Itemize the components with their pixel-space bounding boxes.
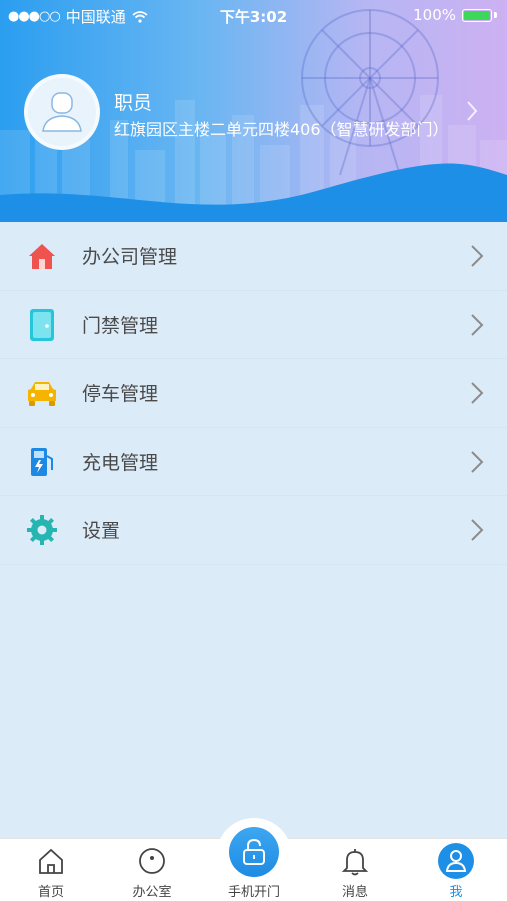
- status-bar: ●●●○○ 中国联通 下午3:02 100%: [0, 0, 507, 30]
- house-icon: [24, 238, 60, 274]
- menu-item-label: 门禁管理: [82, 314, 159, 337]
- tab-messages[interactable]: 消息: [310, 839, 400, 901]
- menu-item-charging[interactable]: 充电管理: [0, 428, 507, 496]
- tab-me[interactable]: 我: [411, 839, 501, 901]
- tab-label: 消息: [341, 885, 368, 900]
- menu-item-office-management[interactable]: 办公司管理: [0, 222, 507, 291]
- chevron-right-icon[interactable]: [466, 100, 478, 122]
- tab-home[interactable]: 首页: [6, 839, 96, 901]
- avatar[interactable]: [24, 74, 100, 150]
- user-avatar-icon: [42, 92, 82, 132]
- circle-dot-icon: [139, 848, 165, 874]
- menu-item-access-control[interactable]: 门禁管理: [0, 291, 507, 359]
- profile-role: 职员: [114, 92, 153, 114]
- menu-item-parking[interactable]: 停车管理: [0, 359, 507, 428]
- settings-menu: 办公司管理 门禁管理 停车管理 充电管理 设置: [0, 222, 507, 565]
- chevron-right-icon: [471, 519, 484, 541]
- door-icon: [24, 307, 60, 343]
- profile-header: ●●●○○ 中国联通 下午3:02 100% 职员 红旗园区主楼二单元四楼406…: [0, 0, 507, 222]
- person-icon: [438, 843, 474, 879]
- gear-icon: [24, 512, 60, 548]
- profile-card[interactable]: 职员 红旗园区主楼二单元四楼406（智慧研发部门）: [24, 74, 494, 154]
- menu-item-label: 设置: [82, 520, 121, 543]
- bell-icon: [341, 849, 369, 876]
- tab-office[interactable]: 办公室: [107, 839, 197, 901]
- tab-label: 首页: [37, 885, 64, 900]
- profile-address: 红旗园区主楼二单元四楼406（智慧研发部门）: [114, 120, 449, 139]
- menu-item-label: 停车管理: [82, 383, 159, 406]
- charging-station-icon: [24, 444, 60, 480]
- battery-percent: 100%: [413, 6, 456, 24]
- menu-item-label: 充电管理: [82, 451, 159, 474]
- tab-label: 我: [449, 885, 463, 900]
- battery-icon: [462, 8, 492, 22]
- home-icon: [39, 848, 63, 874]
- menu-item-label: 办公司管理: [82, 246, 178, 269]
- chevron-right-icon: [471, 313, 484, 336]
- unlock-icon: [243, 838, 265, 865]
- tab-label: 办公室: [132, 885, 172, 900]
- car-icon: [24, 375, 60, 411]
- tab-label: 手机开门: [227, 885, 280, 900]
- chevron-right-icon: [471, 382, 484, 404]
- unlock-door-button[interactable]: [229, 827, 279, 877]
- menu-item-settings[interactable]: 设置: [0, 496, 507, 565]
- chevron-right-icon: [471, 245, 484, 267]
- chevron-right-icon: [471, 450, 484, 473]
